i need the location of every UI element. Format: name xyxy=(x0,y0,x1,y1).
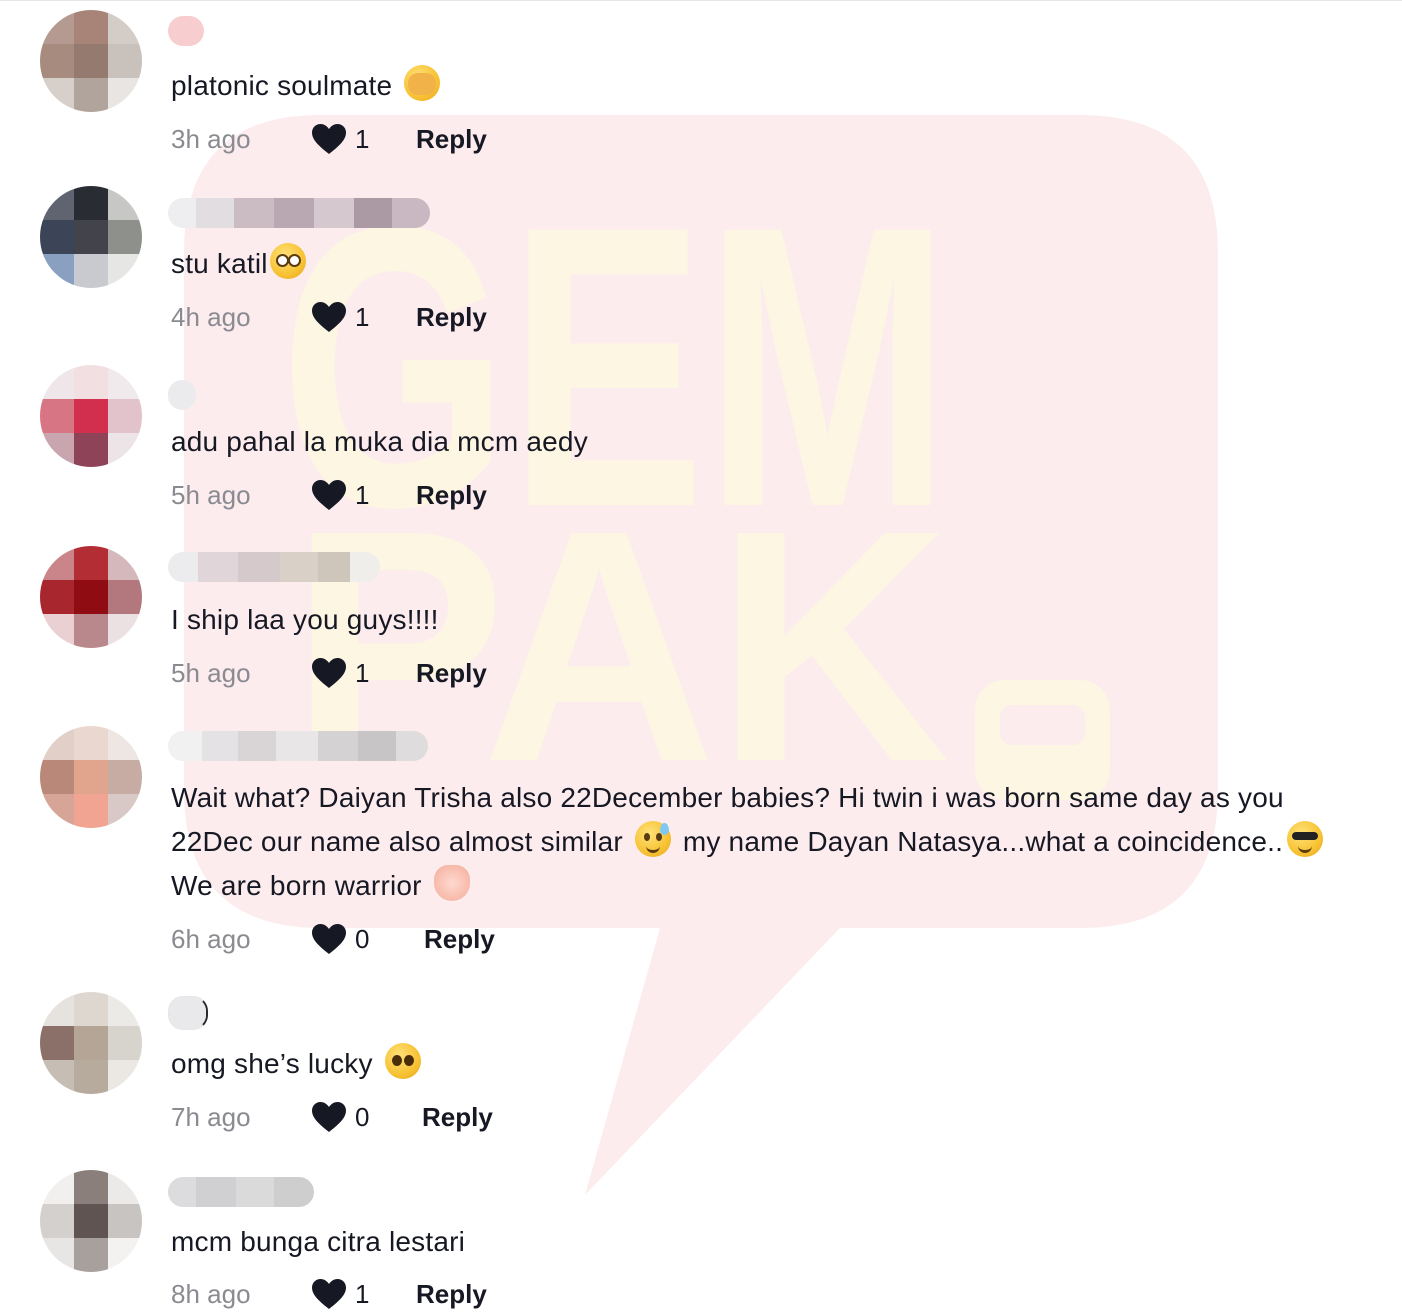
comment-text: Wait what? Daiyan Trisha also 22December… xyxy=(171,776,1351,908)
comment-time: 4h ago xyxy=(171,301,251,332)
comment-text-content: I ship laa you guys!!!! xyxy=(171,604,439,635)
comment-time: 3h ago xyxy=(171,123,251,154)
avatar[interactable] xyxy=(40,546,142,648)
heart-icon[interactable] xyxy=(311,123,347,155)
like-count: 1 xyxy=(355,1278,370,1309)
heart-icon[interactable] xyxy=(311,657,347,689)
like-count: 0 xyxy=(355,923,370,954)
comment-meta: 4h ago 1 Reply xyxy=(171,299,487,335)
comment-meta: 8h ago 1 Reply xyxy=(171,1276,487,1312)
pleading-face-emoji xyxy=(384,1043,421,1079)
like-button[interactable]: 1 xyxy=(311,657,416,689)
like-button[interactable]: 1 xyxy=(311,479,416,511)
reply-button[interactable]: Reply xyxy=(416,480,487,511)
username-blurred[interactable] xyxy=(168,731,428,761)
username-blurred[interactable] xyxy=(168,552,380,582)
reply-button[interactable]: Reply xyxy=(416,658,487,689)
comment-time: 5h ago xyxy=(171,479,251,510)
like-count: 1 xyxy=(355,479,370,510)
comment-text-content: stu katil xyxy=(171,248,268,279)
comment-text: mcm bunga citra lestari xyxy=(171,1220,1351,1264)
like-count: 1 xyxy=(355,123,370,154)
comment-text-part-2: my name Dayan Natasya...what a coinciden… xyxy=(682,826,1284,857)
comment-text-content: mcm bunga citra lestari xyxy=(171,1226,466,1257)
username-blurred[interactable] xyxy=(168,1177,314,1207)
top-divider xyxy=(0,0,1402,1)
see-no-evil-face-emoji xyxy=(404,65,441,101)
comment-meta: 6h ago 0 Reply xyxy=(171,921,495,957)
like-count: 1 xyxy=(355,301,370,332)
reply-button[interactable]: Reply xyxy=(416,302,487,333)
heart-icon[interactable] xyxy=(311,1101,347,1133)
comment-meta: 7h ago 0 Reply xyxy=(171,1099,493,1135)
grinning-sweat-emoji xyxy=(634,821,671,857)
comment-text-part-3: We are born warrior xyxy=(171,870,422,901)
comment-meta: 5h ago 1 Reply xyxy=(171,477,487,513)
sunglasses-face-emoji xyxy=(1287,821,1324,857)
comment-meta: 3h ago 1 Reply xyxy=(171,121,487,157)
like-button[interactable]: 1 xyxy=(311,123,416,155)
avatar[interactable] xyxy=(40,186,142,288)
username-blurred[interactable] xyxy=(168,380,196,410)
comment-meta: 5h ago 1 Reply xyxy=(171,655,487,691)
like-count: 0 xyxy=(355,1101,370,1132)
comment-time: 6h ago xyxy=(171,923,251,954)
heart-icon[interactable] xyxy=(311,923,347,955)
heart-icon[interactable] xyxy=(311,1278,347,1310)
comment-text: I ship laa you guys!!!! xyxy=(171,598,1351,642)
reply-button[interactable]: Reply xyxy=(416,124,487,155)
username-blurred[interactable] xyxy=(168,198,430,228)
flushed-face-emoji xyxy=(269,243,306,279)
comment-time: 5h ago xyxy=(171,657,251,688)
username-blurred[interactable] xyxy=(168,16,204,46)
comment-text-content: omg she’s lucky xyxy=(171,1048,373,1079)
avatar[interactable] xyxy=(40,726,142,828)
like-button[interactable]: 0 xyxy=(311,1101,422,1133)
like-count: 1 xyxy=(355,657,370,688)
comment-text: omg she’s lucky xyxy=(171,1042,1351,1086)
reply-button[interactable]: Reply xyxy=(416,1279,487,1310)
like-button[interactable]: 1 xyxy=(311,301,416,333)
like-button[interactable]: 0 xyxy=(311,923,424,955)
comment-text: adu pahal la muka dia mcm aedy xyxy=(171,420,1351,464)
comment-time: 8h ago xyxy=(171,1278,251,1309)
comment-text-content: platonic soulmate xyxy=(171,70,393,101)
avatar[interactable] xyxy=(40,992,142,1094)
heart-icon[interactable] xyxy=(311,479,347,511)
username-blurred[interactable] xyxy=(168,996,208,1030)
avatar[interactable] xyxy=(40,365,142,467)
heart-hands-emoji xyxy=(433,865,470,901)
reply-button[interactable]: Reply xyxy=(422,1102,493,1133)
reply-button[interactable]: Reply xyxy=(424,924,495,955)
comment-time: 7h ago xyxy=(171,1101,251,1132)
like-button[interactable]: 1 xyxy=(311,1278,416,1310)
heart-icon[interactable] xyxy=(311,301,347,333)
watermark-line-2: PAK xyxy=(290,461,950,830)
comment-text: platonic soulmate xyxy=(171,64,1351,108)
comment-text-content: adu pahal la muka dia mcm aedy xyxy=(171,426,588,457)
avatar[interactable] xyxy=(40,10,142,112)
comment-text: stu katil xyxy=(171,242,1351,286)
avatar[interactable] xyxy=(40,1170,142,1272)
